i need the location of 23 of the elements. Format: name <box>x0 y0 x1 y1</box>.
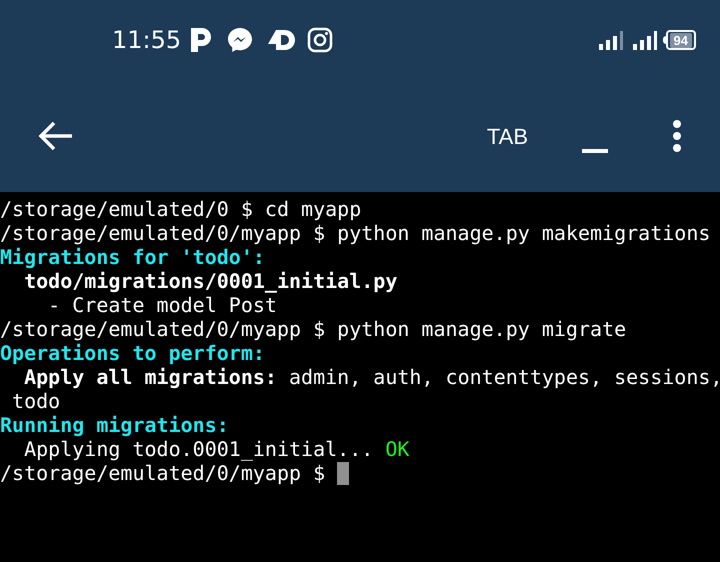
terminal-line: Apply all migrations: admin, auth, contenttypes, sessions, <box>23 365 720 389</box>
terminal-line: Operations to perform: <box>0 341 265 365</box>
logo-icon <box>267 28 296 52</box>
camera-icon <box>307 27 334 53</box>
terminal-line: Migrations for 'todo': <box>0 245 265 269</box>
terminal-line: todo <box>11 389 60 413</box>
terminal-line: /storage/emulated/0/myapp $ python manage.py makemigrations <box>0 221 710 245</box>
signal-icon <box>598 30 625 50</box>
terminal-line: - Create model Post <box>47 293 277 317</box>
terminal-line: Running migrations: <box>0 413 229 437</box>
back-arrow-icon[interactable] <box>38 121 74 151</box>
more-options-icon[interactable] <box>672 119 682 153</box>
terminal-line: Applying todo.0001_initial... OK <box>23 437 410 461</box>
terminal-line: todo/migrations/0001_initial.py <box>23 269 398 293</box>
status-time: 11:55 <box>112 25 182 56</box>
terminal-line: /storage/emulated/0/myapp $ <box>0 461 326 485</box>
terminal-line: /storage/emulated/0 $ cd myapp <box>0 197 362 221</box>
signal-icon <box>632 30 659 50</box>
chat-bubble-icon <box>227 27 254 53</box>
tab-button[interactable]: TAB <box>486 120 528 152</box>
battery-level: 94 <box>666 30 696 50</box>
terminal-line: /storage/emulated/0/myapp $ python manage.py migrate <box>0 317 626 341</box>
p-letter-icon <box>189 26 214 54</box>
